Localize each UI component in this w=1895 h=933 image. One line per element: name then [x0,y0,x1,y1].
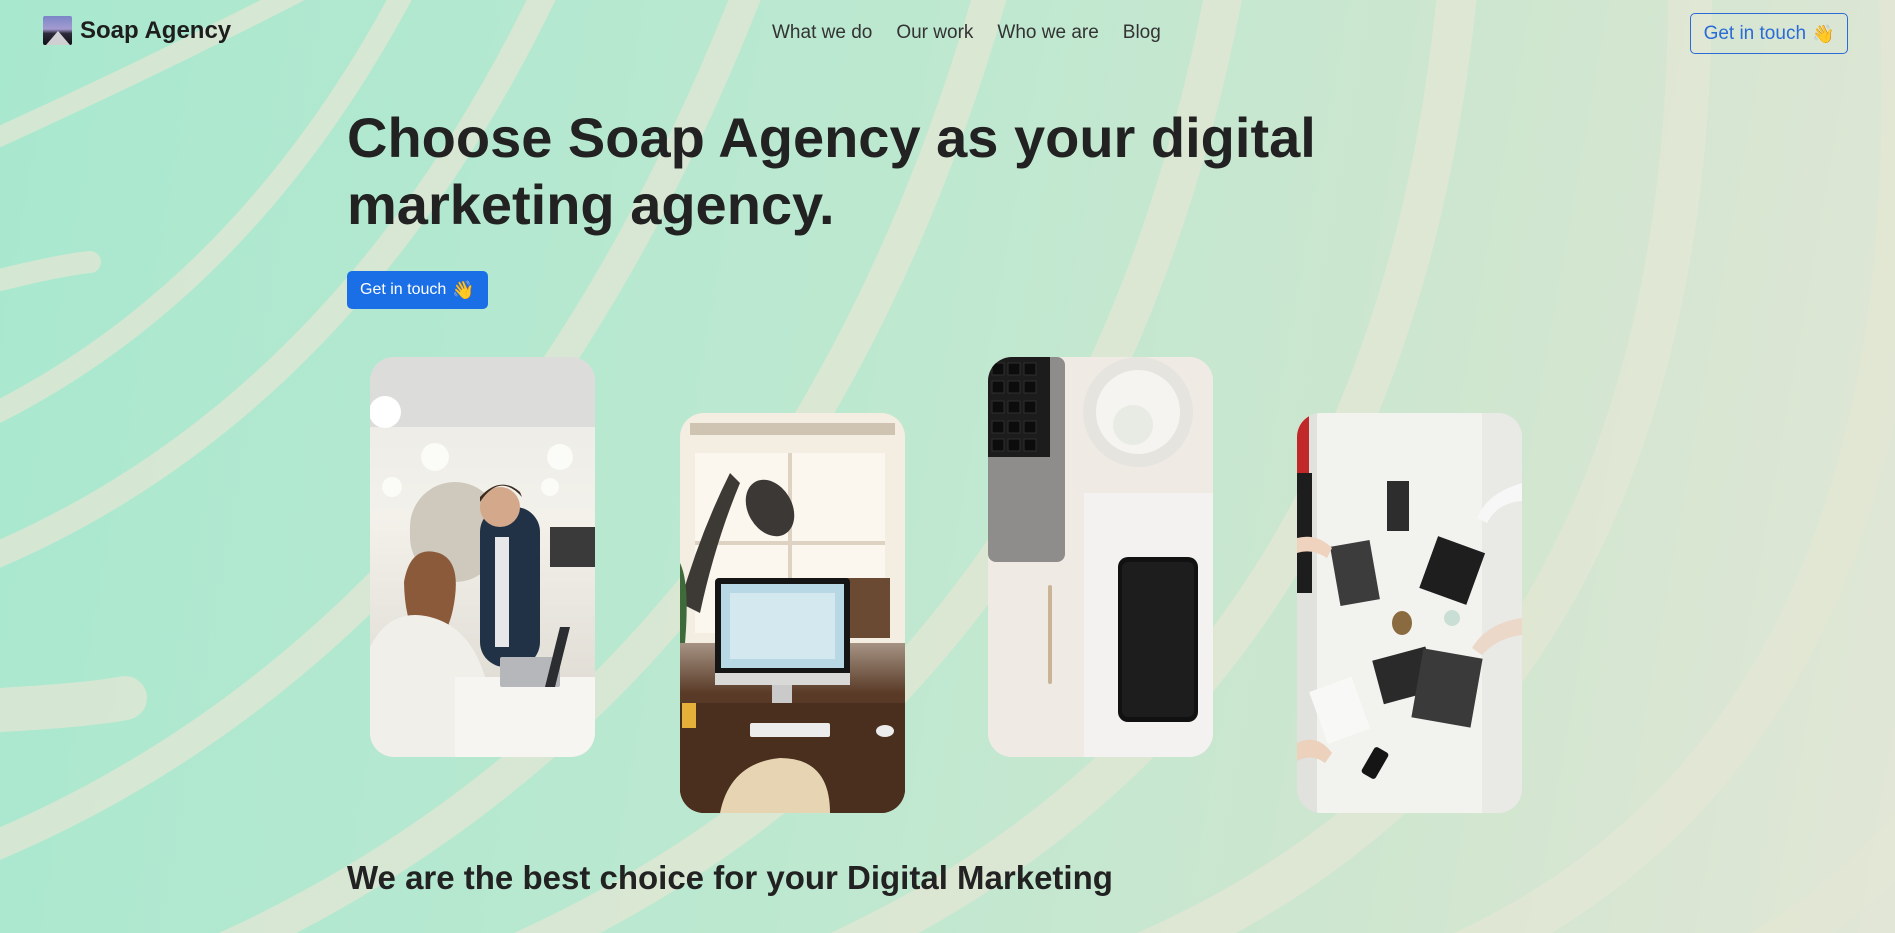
waving-hand-icon: 👋 [452,280,475,300]
brand-name: Soap Agency [80,16,232,44]
team-meeting-photo [1297,413,1522,813]
hero-get-in-touch-button[interactable]: Get in touch 👋 [347,271,488,309]
office-collaboration-photo [370,357,595,757]
nav-item-our-work[interactable]: Our work [896,22,973,44]
header-cta-label: Get in touch [1703,22,1807,44]
section-title: We are the best choice for your Digital … [347,859,1113,896]
desk-computer-photo [680,413,905,813]
waving-hand-icon: 👋 [1812,23,1835,44]
brand-logo-icon [43,16,72,45]
brand-link[interactable]: Soap Agency [43,16,231,45]
laptop-phone-photo [988,357,1213,757]
hero-title: Choose Soap Agency as your digital marke… [347,106,1316,236]
site-header: Soap Agency What we do Our work Who we a… [0,0,1895,68]
hero-cta-label: Get in touch [360,281,447,298]
nav-item-blog[interactable]: Blog [1123,22,1161,44]
nav-item-who-we-are[interactable]: Who we are [997,22,1098,44]
main-nav: What we do Our work Who we are Blog [772,22,1161,44]
nav-item-what-we-do[interactable]: What we do [772,22,872,44]
header-get-in-touch-button[interactable]: Get in touch 👋 [1690,13,1848,54]
